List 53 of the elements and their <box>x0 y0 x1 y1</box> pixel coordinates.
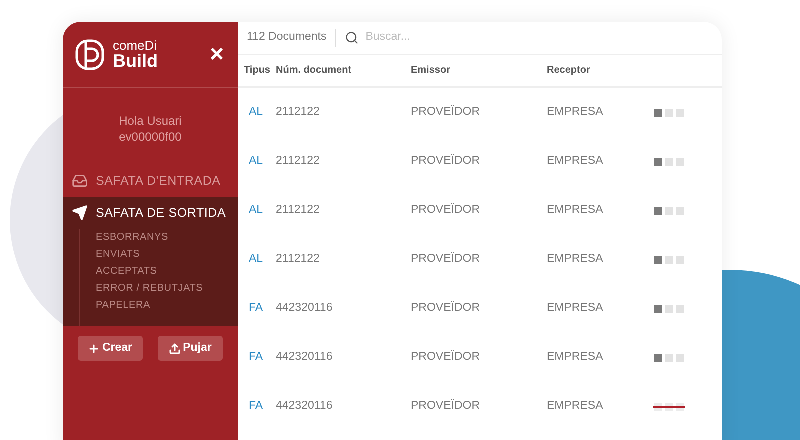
table-cell-text: AL <box>248 104 264 120</box>
table-cell-text: EMPRESA <box>547 398 604 414</box>
action-button[interactable]: Crear <box>78 336 143 361</box>
table-cell-text: EMPRESA <box>547 300 604 316</box>
column-header: Núm. document <box>276 64 353 78</box>
table-cell-text: EMPRESA <box>547 252 604 267</box>
table-cell-text: 2112122 <box>276 104 321 120</box>
table-cell-text: 2112122 <box>276 252 321 267</box>
action-button[interactable]: Pujar <box>158 336 223 361</box>
table-cell-text: AL <box>248 252 264 267</box>
submenu-item[interactable]: PAPELERA <box>96 297 238 314</box>
logo-text: comeDi Build <box>113 39 158 70</box>
table-cell-text: PROVEÏDOR <box>411 153 482 169</box>
submenu-item[interactable]: ESBORRANYS <box>96 229 238 246</box>
table-cell-text: AL <box>248 202 264 218</box>
table-cell-text: FA <box>248 300 264 316</box>
table-cell-text: 2112122 <box>276 202 321 218</box>
user-id: ev00000f00 <box>119 129 182 145</box>
greeting-text: Hola Usuari <box>119 113 182 129</box>
table-cell-text: EMPRESA <box>547 350 604 365</box>
table-cell-text: PROVEÏDOR <box>411 104 482 120</box>
submenu-item[interactable]: ACCEPTATS <box>96 263 238 280</box>
document-count: 112 Documents <box>247 29 336 47</box>
table-cell-text: 442320116 <box>276 398 334 414</box>
submenu-item[interactable]: ERROR / REBUTJATS <box>96 280 238 297</box>
table-cell-text: PROVEÏDOR <box>411 251 482 267</box>
submenu-item[interactable]: ENVIATS <box>96 246 238 263</box>
upload-icon <box>169 342 182 354</box>
table-cell-text: 2112122 <box>276 154 321 169</box>
table-cell-text: PROVEÏDOR <box>411 349 482 365</box>
table-cell-text: EMPRESA <box>547 202 604 218</box>
menu-item[interactable]: SAFATA D'ENTRADA <box>63 165 238 197</box>
table-cell-text: PROVEÏDOR <box>411 202 482 218</box>
send-icon <box>72 205 88 221</box>
inbox-icon <box>72 173 88 189</box>
column-header: Tipus <box>243 64 272 78</box>
table-cell-text: FA <box>248 398 264 414</box>
plus-icon <box>88 342 100 354</box>
table-cell-text: AL <box>248 154 264 169</box>
menu-item[interactable]: SAFATA DE SORTIDA <box>63 197 238 229</box>
search-field[interactable]: Buscar... <box>366 29 566 47</box>
search-icon <box>344 31 359 45</box>
table-cell-text: 442320116 <box>276 350 334 365</box>
column-header: Receptor <box>547 64 592 78</box>
close-button[interactable]: × <box>210 42 224 66</box>
table-cell-text: 442320116 <box>276 300 334 316</box>
table-cell-text: PROVEÏDOR <box>411 300 482 316</box>
table-cell-text: PROVEÏDOR <box>411 398 482 414</box>
table-cell-text: EMPRESA <box>547 104 604 120</box>
table-cell-text: EMPRESA <box>547 154 604 169</box>
table-cell-text: FA <box>248 350 264 365</box>
column-header: Emissor <box>411 64 452 78</box>
logo-icon <box>75 38 105 70</box>
